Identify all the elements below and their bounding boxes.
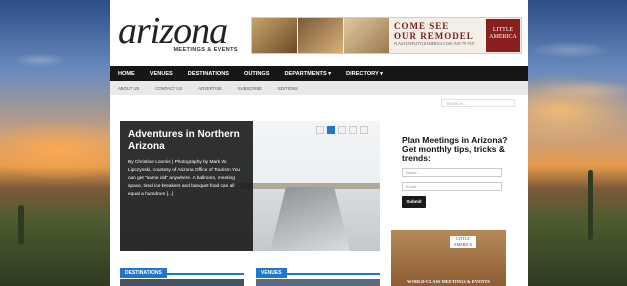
website-page: arizona MEETINGS & EVENTS COME SEE OUR R… [110, 0, 528, 286]
slide-title[interactable]: Adventures in Northern Arizona [128, 129, 245, 153]
nav-venues[interactable]: VENUES [150, 71, 173, 77]
destinations-label[interactable]: DESTINATIONS [120, 268, 167, 278]
destinations-section-header: DESTINATIONS [120, 261, 244, 278]
subnav-advertise[interactable]: ADVERTISE [198, 86, 222, 91]
cactus-right [588, 170, 593, 240]
ad-photo-3 [344, 18, 389, 53]
subnav-contact-us[interactable]: CONTACT US [155, 86, 182, 91]
slider-dot-5[interactable] [360, 126, 368, 134]
logo-subtitle: MEETINGS & EVENTS [173, 47, 238, 53]
sidebar-ad[interactable]: LITTLE AMERICA WORLD-CLASS MEETINGS & EV… [391, 230, 506, 286]
ad-line-3: FLAGSTAFFLITTLEAMERICA.COM | 928-779-794… [394, 42, 475, 46]
venues-thumbnail[interactable] [256, 279, 380, 286]
sidebar-ad-brand: LITTLE AMERICA [450, 236, 476, 248]
subnav-subscribe[interactable]: SUBSCRIBE [238, 86, 262, 91]
signup-heading: Plan Meetings in Arizona? Get monthly ti… [402, 135, 508, 163]
venues-label[interactable]: VENUES [256, 268, 287, 278]
venues-section-header: VENUES [256, 261, 380, 278]
site-logo[interactable]: arizona MEETINGS & EVENTS [118, 10, 242, 56]
sidebar-ad-caption: WORLD-CLASS MEETINGS & EVENTS [407, 279, 490, 284]
email-field[interactable]: Email [402, 182, 502, 191]
ad-line-1: COME SEE [394, 21, 450, 31]
slider-dot-2[interactable] [327, 126, 335, 134]
secondary-nav: ABOUT US CONTACT US ADVERTISE SUBSCRIBE … [110, 81, 528, 95]
main-nav: HOME VENUES DESTINATIONS OUTINGS DEPARTM… [110, 66, 528, 81]
destinations-thumbnail[interactable] [120, 279, 244, 286]
nav-directory[interactable]: DIRECTORY ▾ [346, 71, 383, 77]
cactus-left [18, 205, 24, 245]
slide-caption: Adventures in Northern Arizona By Christ… [120, 121, 253, 251]
logo-wordmark: arizona [118, 10, 228, 52]
header-ad-banner[interactable]: COME SEE OUR REMODEL FLAGSTAFFLITTLEAMER… [251, 17, 522, 54]
ad-brand-logo: LITTLE AMERICA [486, 19, 520, 52]
newsletter-signup: Plan Meetings in Arizona? Get monthly ti… [402, 136, 520, 208]
subnav-editions[interactable]: EDITIONS [278, 86, 298, 91]
slider-pagination [316, 126, 368, 134]
ad-photo-1 [252, 18, 297, 53]
ad-line-2: OUR REMODEL [394, 31, 474, 41]
slide-excerpt: By Christine Loomis | Photography by Mar… [128, 160, 241, 197]
subnav-about-us[interactable]: ABOUT US [118, 86, 139, 91]
featured-slider[interactable]: Adventures in Northern Arizona By Christ… [120, 121, 380, 251]
ad-photo-2 [298, 18, 343, 53]
submit-button[interactable]: Submit [402, 196, 426, 208]
slider-dot-4[interactable] [349, 126, 357, 134]
slider-dot-1[interactable] [316, 126, 324, 134]
nav-home[interactable]: HOME [118, 71, 135, 77]
search-input[interactable]: SEARCH ... [441, 99, 515, 107]
nav-destinations[interactable]: DESTINATIONS [188, 71, 229, 77]
slider-dot-3[interactable] [338, 126, 346, 134]
name-field[interactable]: Name [402, 168, 502, 177]
nav-departments[interactable]: DEPARTMENTS ▾ [285, 71, 332, 77]
nav-outings[interactable]: OUTINGS [244, 71, 269, 77]
